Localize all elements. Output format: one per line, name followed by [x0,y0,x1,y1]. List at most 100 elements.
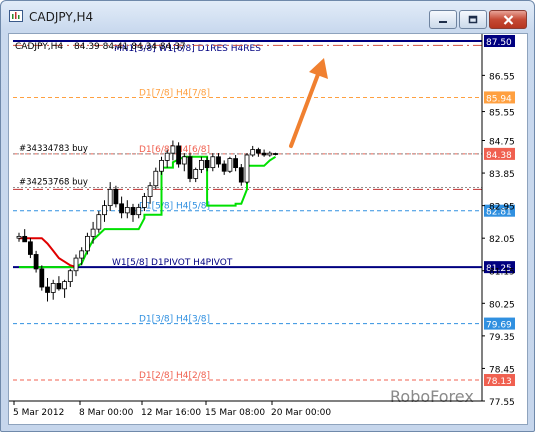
time-tick-label: 20 Mar 00:00 [271,408,331,418]
candle-body [27,241,33,255]
candle-body [85,235,90,252]
candle-body [113,188,119,205]
candle [153,167,159,190]
candle-body [210,156,216,169]
candle-body [147,185,153,197]
time-tick-label: 12 Mar 16:00 [141,408,201,418]
price-tick-label: 81.15 [489,268,515,278]
candle [85,232,90,255]
candle-body [250,149,256,156]
candle [273,152,278,156]
title-bar[interactable]: CADJPY,H4 [1,1,534,31]
price-tick-label: 85.55 [489,109,515,119]
price-tick-label: 80.25 [489,300,515,310]
candle [198,156,204,174]
candle-body [227,158,233,172]
candle-body [73,257,79,272]
price-tick-label: 86.55 [489,72,515,82]
candle [33,250,39,273]
price-tick-label: 84.75 [489,137,515,147]
candle-body [102,205,107,216]
price-tick-label: 79.35 [489,333,515,343]
candle [216,153,221,168]
candle [113,185,119,208]
candle-body [238,167,244,183]
candle-body [130,207,136,216]
minimize-icon [439,20,447,23]
price-tag-label: 78.13 [486,377,512,387]
candle [233,154,239,172]
candle [119,196,124,219]
candle-body [216,156,221,165]
candle-body [50,283,56,293]
candle [238,164,244,186]
price-chart[interactable]: MN1[3/8] W1[6/8] D1RES H4RESD1[7/8] H4[7… [9,34,527,424]
candle [56,276,62,291]
candle [221,160,227,175]
candle-body [90,228,96,237]
candle-body [124,207,130,214]
candle-body [170,145,176,154]
candle [16,232,22,242]
candle [210,153,216,172]
candle [107,182,113,212]
candle [227,156,233,174]
chart-area[interactable]: MN1[3/8] W1[6/8] D1RES H4RES D1[7/8] H4[7… [8,33,528,425]
order-label: #34334783 buy [19,144,88,154]
time-tick-label: 8 Mar 00:00 [79,408,134,418]
candle-body [187,156,193,179]
candle [73,254,79,277]
chart-window: CADJPY,H4 MN1[3/8] W1[6/8] D1RES H4RES D1… [0,0,535,432]
candle-body [62,281,67,290]
candle-body [193,169,199,179]
window-title: CADJPY,H4 [29,10,94,24]
price-tick-label: 83.85 [489,170,515,180]
candle [67,268,73,288]
candle-body [198,159,204,170]
close-icon [503,14,513,25]
price-tag-label: 85.94 [486,94,512,104]
candle-body [67,270,73,283]
direction-arrow-shaft [289,67,322,148]
candle [27,238,33,259]
candle [267,151,273,157]
candle [147,182,153,204]
minimize-button[interactable] [429,10,457,29]
price-tag-label: 87.50 [486,38,512,48]
candle-body [164,152,170,161]
candle-body [273,153,278,155]
green-trend-line [19,155,277,269]
price-tick-label: 78.45 [489,365,515,375]
candle [244,153,250,184]
candle-body [159,159,164,172]
level-label: D1[2/8] H4[2/8] [139,371,210,381]
level-label: D1[3/8] H4[3/8] [139,315,210,325]
candle [50,279,56,300]
candle [193,167,199,183]
candle-body [79,250,85,259]
candle-body [56,283,62,290]
candle [170,140,176,161]
candle-body [153,170,159,187]
candle [102,200,107,222]
level-label: W1[5/8] D1PIVOT H4PIVOT [112,258,233,268]
candle-body [181,156,187,165]
candle-body [255,149,261,154]
price-tick-label: 82.05 [489,235,515,245]
candle-body [136,207,142,216]
candle-body [233,158,239,169]
time-tick-label: 5 Mar 2012 [13,408,64,418]
candle [187,153,193,183]
candle-body [22,235,28,243]
candle [255,147,261,157]
candle [261,149,267,157]
candle-body [221,163,227,172]
candle [250,145,256,157]
time-tick-label: 15 Mar 08:00 [205,408,265,418]
candle-body [45,286,50,293]
candle-body [107,188,113,207]
order-label: #34253768 buy [19,178,88,188]
candle [130,203,136,222]
close-button[interactable] [489,10,527,29]
restore-button[interactable] [459,10,487,29]
